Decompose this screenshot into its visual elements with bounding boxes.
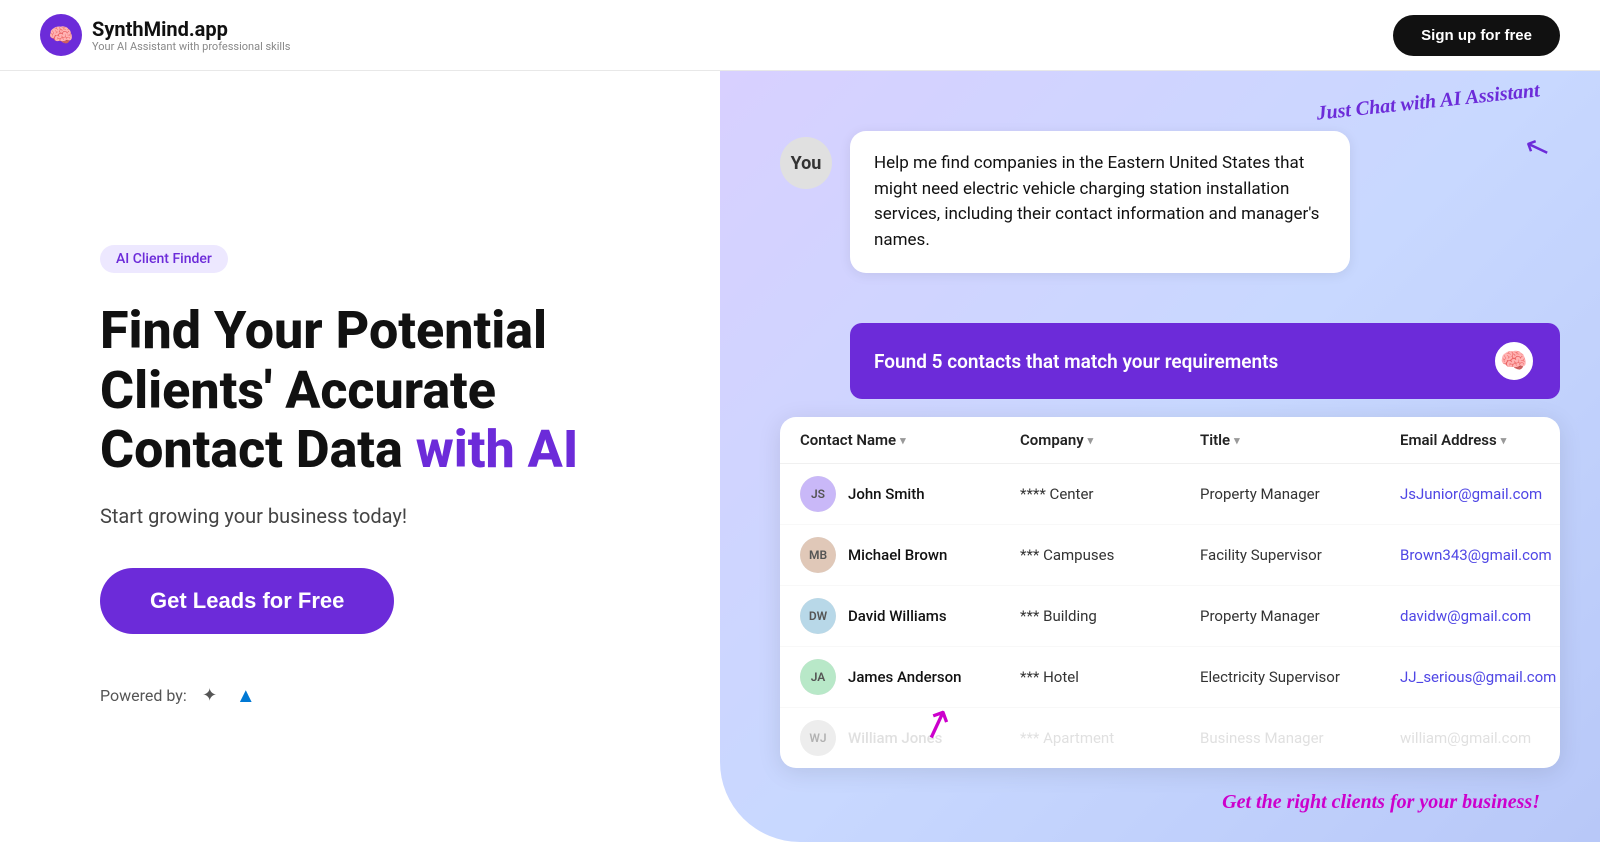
bottom-annotation: Get the right clients for your business! <box>1222 791 1540 814</box>
title-cell: Facility Supervisor <box>1200 546 1400 564</box>
avatar: JS <box>800 476 836 512</box>
hero-subtitle: Start growing your business today! <box>100 504 660 528</box>
title-cell: Property Manager <box>1200 607 1400 625</box>
table-header: Contact Name ▾ Company ▾ Title ▾ Email A… <box>780 417 1560 464</box>
table-body: JS John Smith **** Center Property Manag… <box>780 464 1560 768</box>
chat-bubble: Help me find companies in the Eastern Un… <box>850 131 1350 273</box>
col-contact-name: Contact Name ▾ <box>800 431 1020 449</box>
badge-label: AI Client Finder <box>100 245 228 273</box>
contact-cell: JA James Anderson <box>800 659 1020 695</box>
avatar-image: DW <box>800 598 836 634</box>
avatar: MB <box>800 537 836 573</box>
contact-name: Michael Brown <box>848 546 947 564</box>
avatar-image: WJ <box>800 720 836 756</box>
contact-cell: JS John Smith <box>800 476 1020 512</box>
openai-icon: ✦ <box>197 682 223 708</box>
company-cell: *** Building <box>1020 607 1200 625</box>
email-cell: Brown343@gmail.com <box>1400 546 1560 564</box>
contacts-table: Contact Name ▾ Company ▾ Title ▾ Email A… <box>780 417 1560 768</box>
table-row: WJ William Jones *** Apartment Business … <box>780 708 1560 768</box>
found-contacts-bar: Found 5 contacts that match your require… <box>850 323 1560 399</box>
contact-cell: DW David Williams <box>800 598 1020 634</box>
email-cell: davidw@gmail.com <box>1400 607 1560 625</box>
hero-title-line1: Find Your Potential <box>100 300 547 361</box>
found-contacts-text: Found 5 contacts that match your require… <box>874 350 1478 373</box>
sort-icon-company: ▾ <box>1088 434 1094 447</box>
chat-row: You Help me find companies in the Easter… <box>780 131 1560 273</box>
contact-name: John Smith <box>848 485 925 503</box>
table-row: DW David Williams *** Building Property … <box>780 586 1560 647</box>
table-row: JA James Anderson *** Hotel Electricity … <box>780 647 1560 708</box>
header: 🧠 SynthMind.app Your AI Assistant with p… <box>0 0 1600 71</box>
avatar: DW <box>800 598 836 634</box>
col-company: Company ▾ <box>1020 431 1200 449</box>
hero-section: AI Client Finder Find Your Potential Cli… <box>0 71 720 842</box>
avatar: WJ <box>800 720 836 756</box>
sort-icon-title: ▾ <box>1234 434 1240 447</box>
logo-title: SynthMind.app <box>92 18 290 40</box>
you-badge: You <box>780 137 832 189</box>
title-cell: Business Manager <box>1200 729 1400 747</box>
main-layout: AI Client Finder Find Your Potential Cli… <box>0 71 1600 842</box>
contact-name: David Williams <box>848 607 947 625</box>
company-cell: *** Apartment <box>1020 729 1200 747</box>
hero-title-normal: Contact Data <box>100 419 416 480</box>
email-cell: JJ_serious@gmail.com <box>1400 668 1560 686</box>
table-row: MB Michael Brown *** Campuses Facility S… <box>780 525 1560 586</box>
company-cell: *** Hotel <box>1020 668 1200 686</box>
email-cell: JsJunior@gmail.com <box>1400 485 1560 503</box>
col-email: Email Address ▾ <box>1400 431 1560 449</box>
sort-icon-name: ▾ <box>900 434 906 447</box>
contact-cell: MB Michael Brown <box>800 537 1020 573</box>
col-title: Title ▾ <box>1200 431 1400 449</box>
company-cell: **** Center <box>1020 485 1200 503</box>
company-cell: *** Campuses <box>1020 546 1200 564</box>
title-cell: Electricity Supervisor <box>1200 668 1400 686</box>
cta-button[interactable]: Get Leads for Free <box>100 568 394 634</box>
ai-brain-icon: 🧠 <box>1492 339 1536 383</box>
chat-container: Just Chat with AI Assistant ↙ You Help m… <box>780 131 1560 768</box>
avatar: JA <box>800 659 836 695</box>
demo-section: Just Chat with AI Assistant ↙ You Help m… <box>720 71 1600 842</box>
avatar-image: JS <box>800 476 836 512</box>
avatar-image: MB <box>800 537 836 573</box>
hero-title-highlight: with AI <box>416 419 579 480</box>
logo-area: 🧠 SynthMind.app Your AI Assistant with p… <box>40 14 290 56</box>
just-chat-label: Just Chat with AI Assistant <box>1315 79 1540 125</box>
logo-text: SynthMind.app Your AI Assistant with pro… <box>92 18 290 53</box>
hero-title: Find Your Potential Clients' Accurate Co… <box>100 301 660 480</box>
contact-name: James Anderson <box>848 668 962 686</box>
avatar-image: JA <box>800 659 836 695</box>
email-cell: william@gmail.com <box>1400 729 1560 747</box>
powered-by: Powered by: ✦ ▲ <box>100 682 660 708</box>
azure-icon: ▲ <box>233 682 259 708</box>
sort-icon-email: ▾ <box>1501 434 1507 447</box>
hero-title-line2: Clients' Accurate <box>100 360 496 421</box>
logo-subtitle: Your AI Assistant with professional skil… <box>92 40 290 53</box>
contact-cell: WJ William Jones <box>800 720 1020 756</box>
powered-by-label: Powered by: <box>100 686 187 705</box>
title-cell: Property Manager <box>1200 485 1400 503</box>
hero-title-line3: Contact Data with AI <box>100 419 578 480</box>
table-row: JS John Smith **** Center Property Manag… <box>780 464 1560 525</box>
signup-button[interactable]: Sign up for free <box>1393 15 1560 56</box>
logo-icon: 🧠 <box>40 14 82 56</box>
